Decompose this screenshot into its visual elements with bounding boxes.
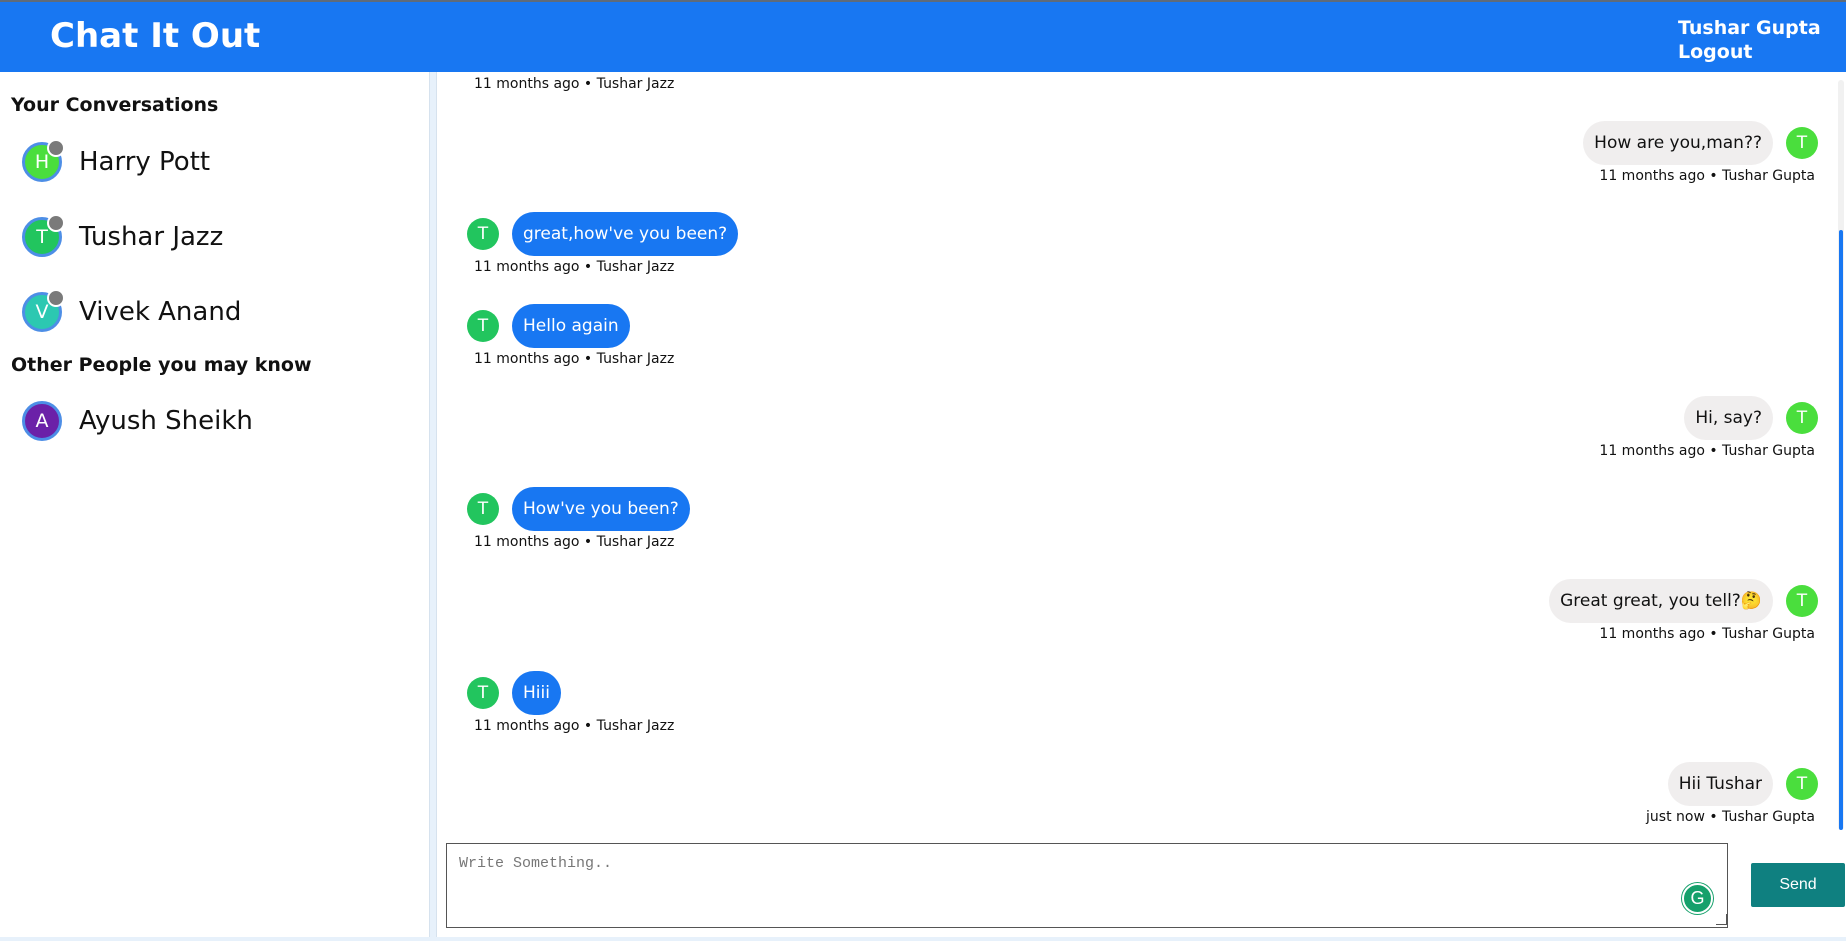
avatar: A bbox=[22, 401, 62, 441]
message-outgoing: How are you,man?? T bbox=[1583, 120, 1818, 166]
contact-name: Tushar Jazz bbox=[79, 222, 224, 252]
top-navbar: Chat It Out Tushar Gupta Logout bbox=[0, 0, 1846, 72]
sender-avatar: T bbox=[467, 310, 499, 342]
sender-avatar: T bbox=[467, 493, 499, 525]
message-outgoing: Great great, you tell?🤔 T bbox=[1549, 578, 1818, 624]
conversations-sidebar: Your Conversations H Harry Pott T Tushar… bbox=[0, 72, 430, 937]
message-meta: 11 months ago • Tushar Gupta bbox=[1599, 443, 1815, 459]
message-bubble: Hi, say? bbox=[1684, 396, 1773, 440]
conversations-heading: Your Conversations bbox=[11, 94, 219, 116]
message-meta: 11 months ago • Tushar Gupta bbox=[1599, 626, 1815, 642]
message-outgoing: Hii Tushar T bbox=[1667, 761, 1818, 807]
avatar-initial: H bbox=[34, 151, 50, 173]
sender-avatar: T bbox=[467, 677, 499, 709]
message-meta: 11 months ago • Tushar Gupta bbox=[1599, 168, 1815, 184]
grammarly-icon[interactable]: G bbox=[1682, 883, 1713, 914]
avatar-initial: A bbox=[35, 410, 49, 432]
message-meta: 11 months ago • Tushar Jazz bbox=[474, 718, 675, 734]
suggested-person-item[interactable]: A Ayush Sheikh bbox=[22, 398, 253, 444]
message-bubble: Hello again bbox=[512, 304, 630, 348]
send-button[interactable]: Send bbox=[1751, 863, 1845, 907]
message-bubble: How are you,man?? bbox=[1583, 121, 1773, 165]
message-meta: 11 months ago • Tushar Jazz bbox=[474, 534, 675, 550]
message-bubble: How've you been? bbox=[512, 487, 690, 531]
chat-scrollbar[interactable] bbox=[1838, 80, 1844, 830]
sender-avatar: T bbox=[1786, 585, 1818, 617]
avatar: H bbox=[22, 139, 65, 182]
scrollbar-thumb[interactable] bbox=[1839, 230, 1843, 830]
sender-avatar: T bbox=[467, 218, 499, 250]
resize-handle-icon[interactable] bbox=[1716, 914, 1727, 925]
message-incoming: T Hello again bbox=[467, 303, 630, 349]
app-brand[interactable]: Chat It Out bbox=[50, 16, 260, 56]
avatar: T bbox=[22, 214, 65, 257]
avatar-initial: T bbox=[36, 226, 48, 248]
message-outgoing: Hi, say? T bbox=[1684, 395, 1818, 441]
contact-name: Vivek Anand bbox=[79, 297, 242, 327]
message-bubble: Hiii bbox=[512, 671, 561, 715]
message-meta: just now • Tushar Gupta bbox=[1646, 809, 1815, 825]
avatar: V bbox=[22, 289, 65, 332]
other-people-heading: Other People you may know bbox=[11, 354, 312, 376]
logout-link[interactable]: Logout bbox=[1678, 40, 1821, 64]
message-incoming: T great,how've you been? bbox=[467, 211, 739, 257]
chat-panel: 11 months ago • Tushar Jazz How are you,… bbox=[436, 72, 1846, 937]
sender-avatar: T bbox=[1786, 768, 1818, 800]
avatar-initial: V bbox=[35, 301, 49, 323]
message-meta: 11 months ago • Tushar Jazz bbox=[474, 76, 675, 92]
message-input[interactable] bbox=[446, 843, 1728, 928]
current-user-name[interactable]: Tushar Gupta bbox=[1678, 16, 1821, 40]
message-incoming: T Hiii bbox=[467, 670, 561, 716]
message-bubble: Hii Tushar bbox=[1667, 762, 1773, 806]
message-meta: 11 months ago • Tushar Jazz bbox=[474, 259, 675, 275]
status-dot-icon bbox=[47, 139, 65, 157]
status-dot-icon bbox=[47, 289, 65, 307]
conversation-item[interactable]: H Harry Pott bbox=[22, 139, 210, 185]
user-menu: Tushar Gupta Logout bbox=[1678, 16, 1821, 64]
sender-avatar: T bbox=[1786, 402, 1818, 434]
conversation-item[interactable]: V Vivek Anand bbox=[22, 289, 241, 335]
contact-name: Harry Pott bbox=[79, 147, 211, 177]
message-bubble: Great great, you tell?🤔 bbox=[1549, 579, 1773, 623]
status-dot-icon bbox=[47, 214, 65, 232]
message-incoming: T How've you been? bbox=[467, 486, 690, 532]
sender-avatar: T bbox=[1786, 127, 1818, 159]
message-meta: 11 months ago • Tushar Jazz bbox=[474, 351, 675, 367]
contact-name: Ayush Sheikh bbox=[79, 406, 253, 436]
conversation-item[interactable]: T Tushar Jazz bbox=[22, 214, 223, 260]
message-bubble: great,how've you been? bbox=[512, 212, 739, 256]
